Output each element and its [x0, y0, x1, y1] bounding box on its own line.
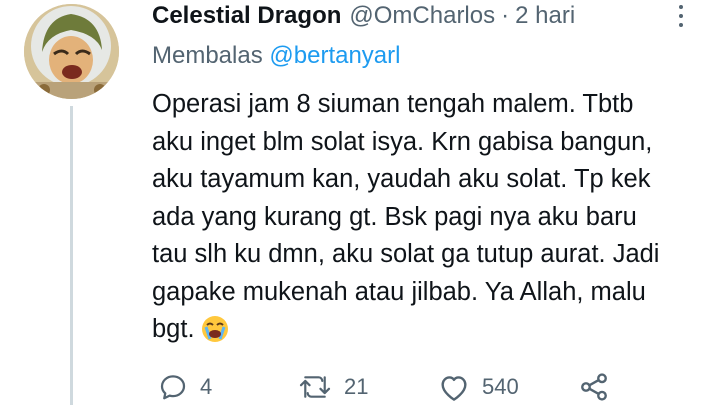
reply-to-handle[interactable]: @bertanyarl [269, 42, 400, 69]
tweet-text-line: gapake mukenah atau jilbab. Ya Allah, ma… [152, 277, 646, 306]
reply-button[interactable]: 4 [158, 370, 212, 404]
share-button[interactable] [578, 370, 610, 404]
tweet-text-last-words: bgt. [152, 315, 195, 343]
more-options-icon[interactable] [670, 5, 692, 27]
author-name[interactable]: Celestial Dragon [152, 2, 341, 30]
retweet-button[interactable]: 21 [298, 370, 368, 404]
tweet-text: Operasi jam 8 siuman tengah malem. Tbtb … [152, 86, 702, 355]
share-icon [581, 373, 607, 401]
tweet-text-line-last: bgt. [152, 311, 702, 355]
tweet-text-line: ada yang kurang gt. Bsk pagi nya aku bar… [152, 202, 637, 231]
avatar[interactable] [24, 4, 119, 99]
retweet-count: 21 [344, 374, 369, 399]
avatar-image [24, 4, 119, 99]
separator-dot: · [501, 2, 510, 29]
tweet-text-line: aku inget blm solat isya. Krn gabisa ban… [152, 127, 653, 156]
retweet-icon [299, 376, 331, 398]
loudly-crying-face-emoji-icon [201, 315, 229, 355]
reply-prefix: Membalas [152, 42, 263, 69]
reply-count: 4 [200, 374, 213, 399]
heart-icon [441, 376, 467, 401]
like-button[interactable]: 540 [438, 370, 519, 404]
tweet-text-line: tau slh ku dmn, aku solat ga tutup aurat… [152, 240, 660, 268]
like-count: 540 [482, 374, 519, 399]
tweet-text-line: Operasi jam 8 siuman tengah malem. Tbtb [152, 90, 634, 118]
tweet-header: Celestial Dragon @OmCharlos · 2 hari [152, 0, 575, 32]
thread-line [70, 106, 73, 405]
author-handle[interactable]: @OmCharlos [349, 2, 495, 30]
reply-context: Membalas @bertanyarl [152, 42, 400, 70]
tweet-time[interactable]: 2 hari [515, 2, 575, 30]
tweet-text-line: aku tayamum kan, yaudah aku solat. Tp ke… [152, 165, 651, 193]
tweet-actions: 4 21 540 [0, 370, 720, 404]
reply-icon [160, 375, 186, 400]
